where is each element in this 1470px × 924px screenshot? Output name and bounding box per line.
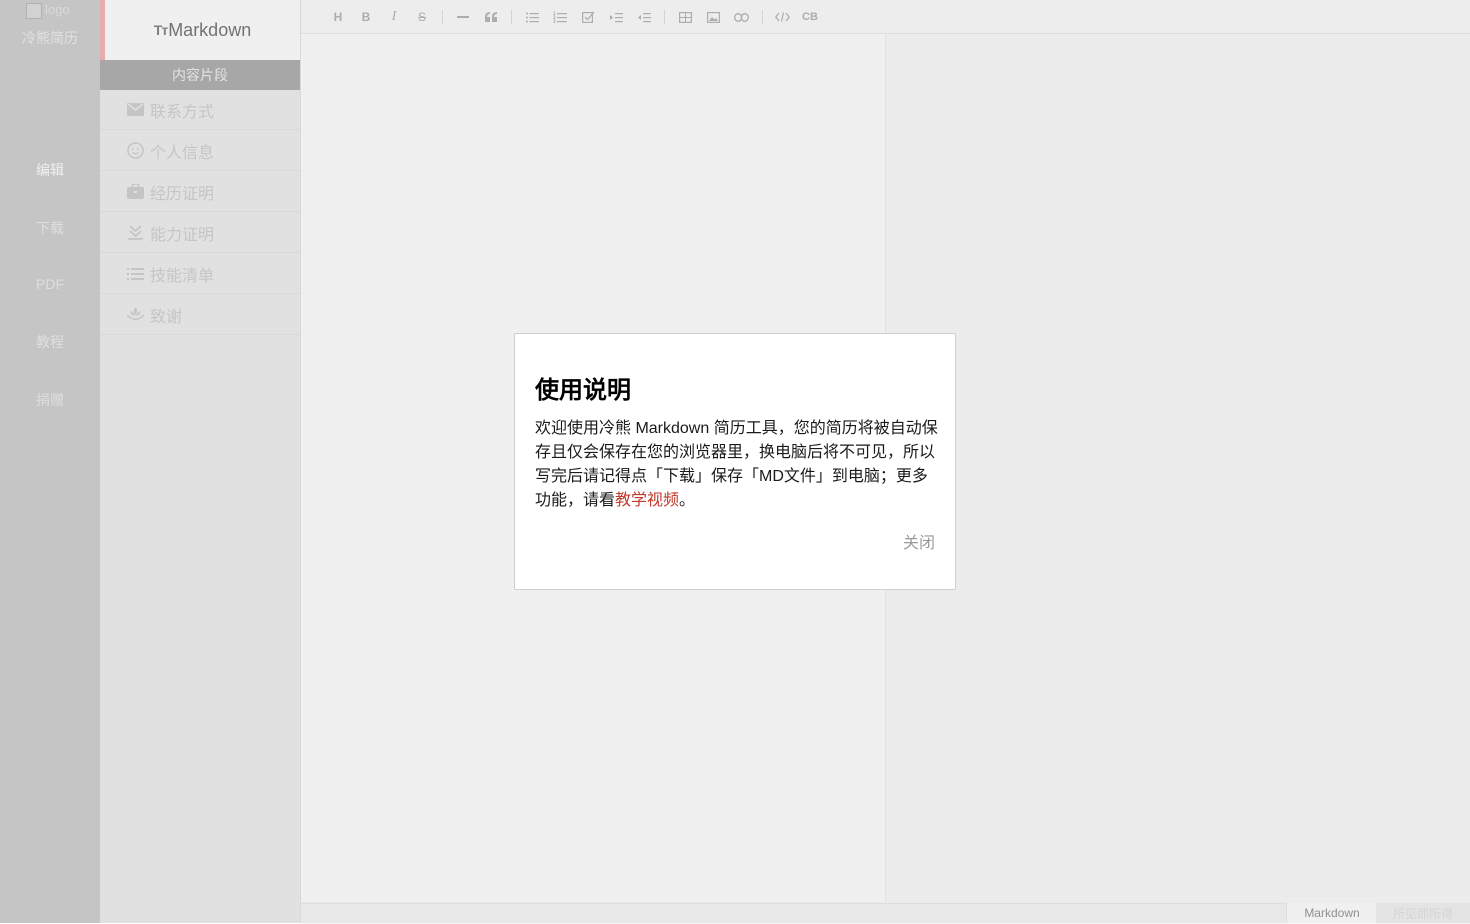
modal-title: 使用说明 <box>535 377 631 404</box>
modal-body-text: 欢迎使用冷熊 Markdown 简历工具，您的简历将被自动保存且仅会保存在您的浏… <box>535 420 938 509</box>
close-button[interactable]: 关闭 <box>903 529 935 553</box>
tutorial-video-link[interactable]: 教学视频 <box>615 492 679 509</box>
modal-body: 欢迎使用冷熊 Markdown 简历工具，您的简历将被自动保存且仅会保存在您的浏… <box>535 417 939 513</box>
usage-instructions-modal: 使用说明 欢迎使用冷熊 Markdown 简历工具，您的简历将被自动保存且仅会保… <box>514 333 956 590</box>
modal-body-end: 。 <box>679 492 696 509</box>
